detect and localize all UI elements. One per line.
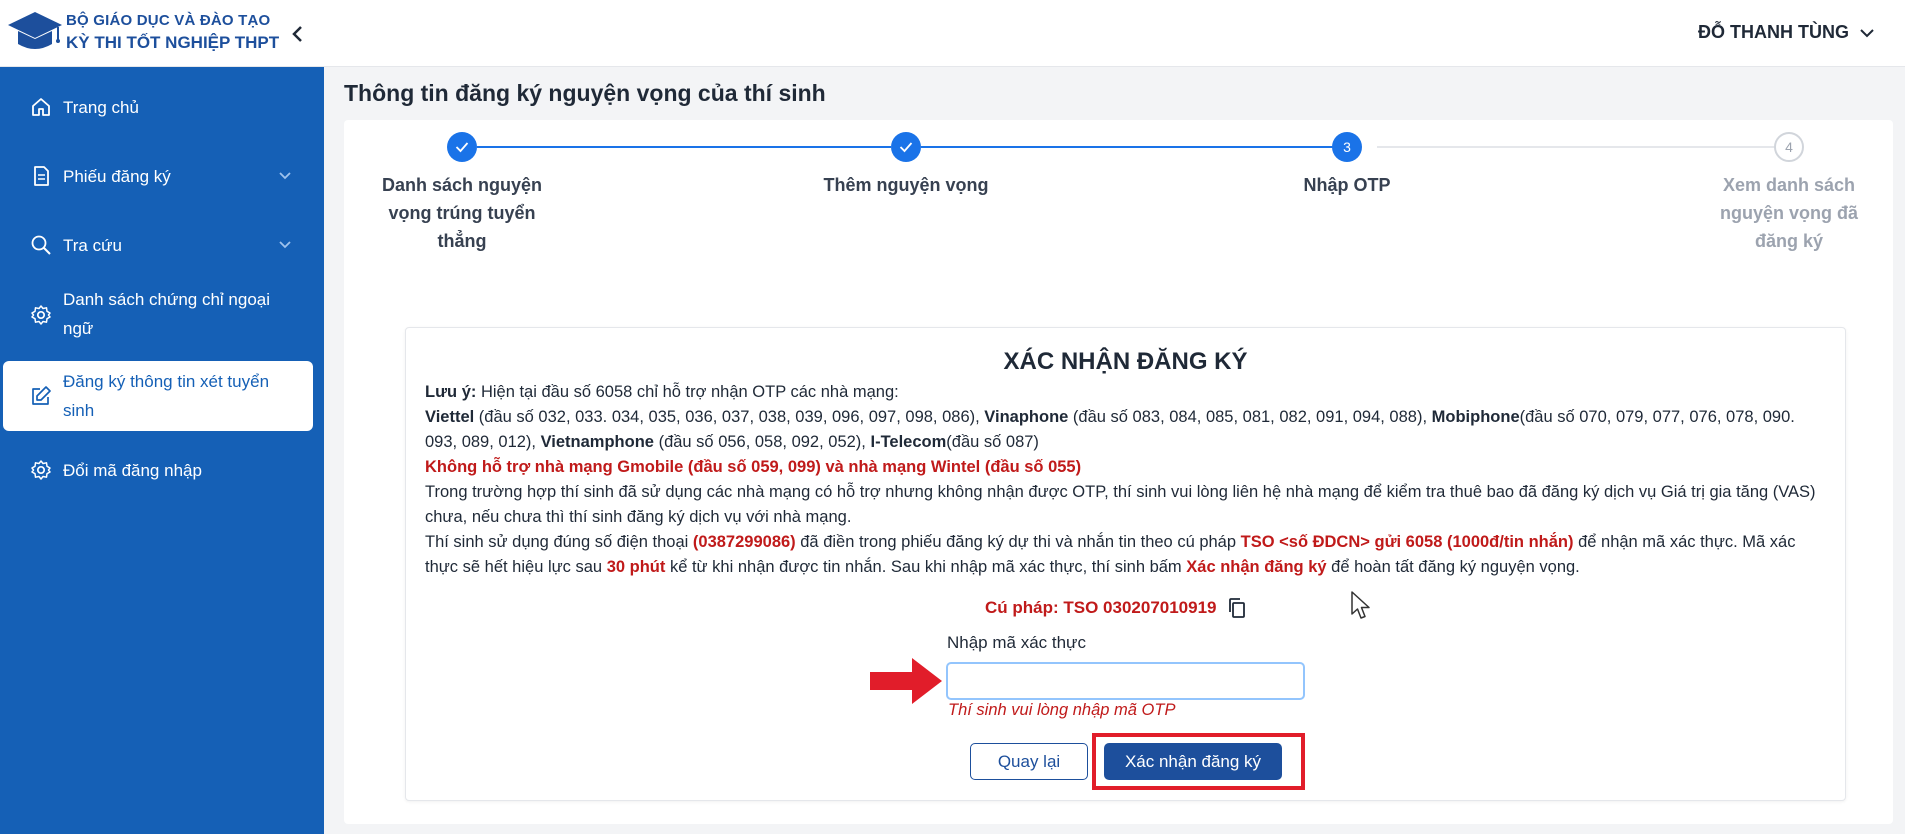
search-icon bbox=[31, 235, 51, 255]
step-4-label-line1: Xem danh sách bbox=[1722, 175, 1856, 195]
note-label: Lưu ý: bbox=[425, 383, 477, 401]
home-icon bbox=[32, 98, 50, 116]
user-menu[interactable]: ĐỖ THANH TÙNG bbox=[1698, 22, 1875, 43]
step-3-number: 3 bbox=[1332, 132, 1362, 162]
otp-expiry: 30 phút bbox=[606, 558, 666, 576]
step-2-check-icon bbox=[891, 132, 921, 162]
chevron-down-icon bbox=[279, 172, 291, 180]
carrier-viettel-prefixes: (đầu số 032, 033. 034, 035, 036, 037, 03… bbox=[474, 408, 985, 426]
document-icon bbox=[34, 166, 49, 186]
carrier-vietnamphone-prefixes: (đầu số 056, 058, 092, 052), bbox=[653, 433, 871, 451]
step-connector-2 bbox=[921, 146, 1347, 148]
carrier-vinaphone: Vinaphone bbox=[984, 408, 1069, 426]
graduation-cap-logo-icon bbox=[8, 12, 62, 49]
sidebar: Trang chủ Phiếu đăng ký Tra cứu Danh sác… bbox=[0, 67, 324, 834]
step-1-label-line1: Danh sách nguyện bbox=[381, 175, 543, 195]
step-1-check-icon bbox=[447, 132, 477, 162]
confirm-title: XÁC NHẬN ĐĂNG KÝ bbox=[1003, 348, 1248, 375]
otp-error-message: Thí sinh vui lòng nhập mã OTP bbox=[948, 701, 1176, 719]
collapse-sidebar-chevron-left-icon[interactable] bbox=[288, 20, 308, 48]
sidebar-item-label: Đổi mã đăng nhập bbox=[63, 460, 202, 480]
confirm-phrase: Xác nhận đăng ký bbox=[1186, 558, 1327, 576]
chevron-down-icon bbox=[279, 241, 291, 249]
otp-label: Nhập mã xác thực bbox=[947, 633, 1086, 652]
chevron-down-icon bbox=[1860, 28, 1874, 37]
carrier-itelecom-prefixes: (đầu số 087) bbox=[946, 433, 1039, 451]
step-1-label-line2: vọng trúng tuyển bbox=[388, 203, 536, 223]
carrier-vietnamphone: Vietnamphone bbox=[540, 433, 654, 451]
sms-syntax-text: Cú pháp: TSO 030207010919 bbox=[985, 598, 1217, 617]
sidebar-item-label: Tra cứu bbox=[63, 235, 122, 255]
sms-instructions: Thí sinh sử dụng đúng số điện thoại (038… bbox=[425, 530, 1825, 580]
copy-icon[interactable] bbox=[1227, 597, 1247, 619]
sidebar-item-change-login-code[interactable]: Đổi mã đăng nhập bbox=[0, 450, 324, 490]
carrier-viettel: Viettel bbox=[425, 408, 475, 426]
instr-part: Thí sinh sử dụng đúng số điện thoại bbox=[425, 533, 693, 551]
sms-syntax-template: TSO <số ĐDCN> gửi 6058 (1000đ/tin nhắn) bbox=[1240, 533, 1574, 551]
carrier-mobiphone: Mobiphone bbox=[1431, 408, 1520, 426]
sidebar-item-home[interactable]: Trang chủ bbox=[0, 87, 324, 127]
step-4-number: 4 bbox=[1774, 132, 1804, 162]
otp-input[interactable] bbox=[946, 662, 1305, 700]
step-connector-1 bbox=[477, 146, 891, 148]
step-3-label: Nhập OTP bbox=[1247, 171, 1447, 199]
confirm-registration-button[interactable]: Xác nhận đăng ký bbox=[1104, 743, 1282, 780]
brand: BỘ GIÁO DỤC VÀ ĐÀO TẠO KỲ THI TỐT NGHIỆP… bbox=[66, 13, 279, 51]
step-2-label: Thêm nguyện vọng bbox=[806, 171, 1006, 199]
step-4-label-line3: đăng ký bbox=[1754, 231, 1824, 251]
carrier-vinaphone-prefixes: (đầu số 083, 084, 085, 081, 082, 091, 09… bbox=[1068, 408, 1432, 426]
step-4-label: Xem danh sách nguyện vọng đã đăng ký bbox=[1689, 171, 1889, 255]
carrier-list: Viettel (đầu số 032, 033. 034, 035, 036,… bbox=[425, 405, 1825, 455]
edit-icon bbox=[32, 386, 51, 405]
brand-org: BỘ GIÁO DỤC VÀ ĐÀO TẠO bbox=[66, 12, 271, 29]
step-connector-3 bbox=[1377, 146, 1787, 148]
step-3-label-line1: Nhập OTP bbox=[1303, 175, 1391, 195]
step-2-label-line1: Thêm nguyện vọng bbox=[823, 175, 989, 195]
sidebar-item-label: Trang chủ bbox=[63, 97, 139, 117]
instr-part: đã điền trong phiếu đăng ký dự thi và nh… bbox=[795, 533, 1241, 551]
red-arrow-right-icon bbox=[870, 658, 942, 704]
sidebar-item-admission-registration[interactable]: Đăng ký thông tin xét tuyển sinh bbox=[3, 361, 313, 431]
note-text: Hiện tại đầu số 6058 chỉ hỗ trợ nhận OTP… bbox=[476, 383, 899, 401]
page-title: Thông tin đăng ký nguyện vọng của thí si… bbox=[344, 80, 826, 106]
sidebar-item-label-line2: sinh bbox=[63, 401, 95, 420]
vas-instructions: Trong trường hợp thí sinh đã sử dụng các… bbox=[425, 483, 1816, 526]
sidebar-item-label: Phiếu đăng ký bbox=[63, 166, 171, 186]
otp-notes: Lưu ý: Hiện tại đầu số 6058 chỉ hỗ trợ n… bbox=[425, 380, 1825, 580]
mouse-pointer-icon bbox=[1351, 591, 1370, 619]
unsupported-carriers-warning: Không hỗ trợ nhà mạng Gmobile (đầu số 05… bbox=[425, 458, 1082, 476]
instr-part: kể từ khi nhận được tin nhắn. Sau khi nh… bbox=[665, 558, 1187, 576]
user-name: ĐỖ THANH TÙNG bbox=[1698, 22, 1849, 42]
carrier-itelecom: I-Telecom bbox=[870, 433, 947, 451]
sidebar-item-language-certificates[interactable]: Danh sách chứng chỉ ngoại ngữ bbox=[0, 285, 324, 345]
sms-syntax: Cú pháp: TSO 030207010919 bbox=[985, 597, 1247, 619]
phone-number: (0387299086) bbox=[692, 533, 796, 551]
gear-icon bbox=[31, 305, 51, 325]
step-4-label-line2: nguyện vọng đã bbox=[1719, 203, 1858, 223]
sidebar-item-label-line1: Đăng ký thông tin xét tuyển bbox=[63, 372, 270, 391]
back-button[interactable]: Quay lại bbox=[970, 743, 1088, 780]
gear-icon bbox=[31, 460, 51, 480]
sidebar-item-registration-form[interactable]: Phiếu đăng ký bbox=[0, 156, 324, 196]
step-1-label: Danh sách nguyện vọng trúng tuyển thẳng bbox=[362, 171, 562, 255]
top-bar: BỘ GIÁO DỤC VÀ ĐÀO TẠO KỲ THI TỐT NGHIỆP… bbox=[0, 0, 1905, 67]
instr-part: để hoàn tất đăng ký nguyện vọng. bbox=[1326, 558, 1580, 576]
sidebar-item-label-line1: Danh sách chứng chỉ ngoại bbox=[63, 290, 271, 309]
sidebar-item-lookup[interactable]: Tra cứu bbox=[0, 225, 324, 265]
step-1-label-line3: thẳng bbox=[437, 231, 487, 251]
sidebar-item-label-line2: ngữ bbox=[63, 319, 94, 338]
brand-title: KỲ THI TỐT NGHIỆP THPT bbox=[66, 33, 280, 52]
note-line: Lưu ý: Hiện tại đầu số 6058 chỉ hỗ trợ n… bbox=[425, 380, 1825, 405]
